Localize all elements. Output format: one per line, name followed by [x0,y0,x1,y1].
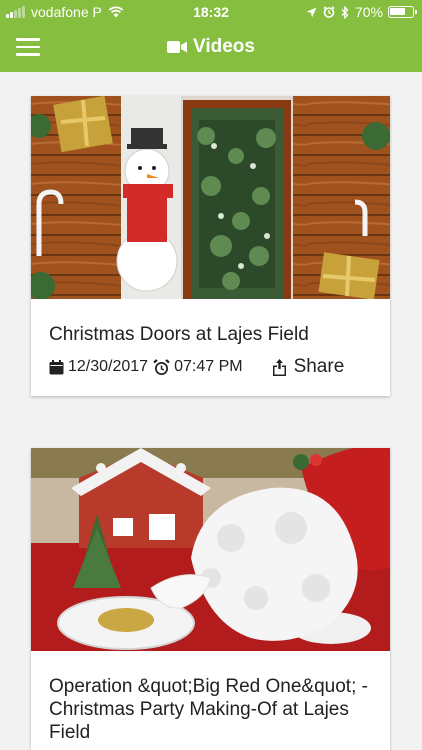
app-header: vodafone P 18:32 70% Videos [0,0,422,72]
page-title: Videos [193,36,255,57]
video-meta: 12/30/2017 07:47 PM Share [31,346,390,378]
video-card[interactable]: Operation &quot;Big Red One&quot; - Chri… [31,448,390,750]
battery-icon [388,6,417,18]
share-button[interactable]: Share [272,356,345,378]
video-camera-icon [167,41,188,53]
video-title[interactable]: Christmas Doors at Lajes Field [31,299,390,346]
christmas-door-image [31,96,390,299]
video-time: 07:47 PM [174,358,243,375]
bluetooth-icon [341,5,349,19]
share-label: Share [293,356,345,377]
calendar-icon [49,359,64,374]
video-card[interactable]: Christmas Doors at Lajes Field 12/30/201… [31,96,390,396]
battery-percent: 70% [354,4,383,20]
share-icon [272,358,286,376]
page-title-group: Videos [0,36,422,58]
video-thumbnail[interactable] [31,448,390,651]
video-list[interactable]: Christmas Doors at Lajes Field 12/30/201… [0,72,422,750]
alarm-icon [323,6,335,18]
nav-bar: Videos [0,28,422,68]
christmas-party-image [31,448,390,651]
status-bar: vodafone P 18:32 70% [0,0,422,24]
status-right: 70% [306,4,417,20]
video-title[interactable]: Operation &quot;Big Red One&quot; - Chri… [31,651,390,744]
alarm-clock-icon [153,358,170,375]
video-date: 12/30/2017 [68,358,149,375]
video-thumbnail[interactable] [31,96,390,299]
location-arrow-icon [306,7,317,17]
